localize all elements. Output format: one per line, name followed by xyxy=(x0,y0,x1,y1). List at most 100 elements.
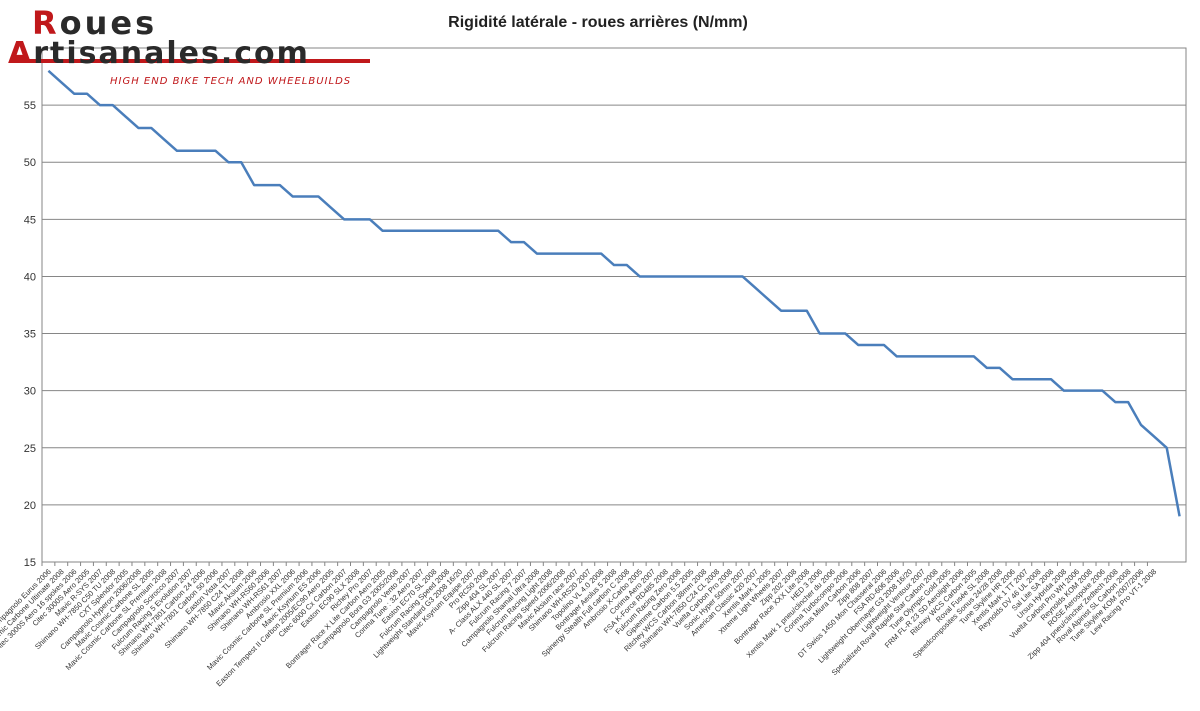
data-point xyxy=(856,343,860,347)
data-point xyxy=(676,274,680,278)
data-point xyxy=(1075,389,1079,393)
data-point xyxy=(625,263,629,267)
data-point xyxy=(214,149,218,153)
data-point xyxy=(265,183,269,187)
data-point xyxy=(1152,434,1156,438)
data-point xyxy=(509,240,513,244)
data-point xyxy=(882,343,886,347)
data-point xyxy=(342,217,346,221)
data-point xyxy=(535,252,539,256)
data-point xyxy=(766,297,770,301)
data-point xyxy=(805,309,809,313)
data-point xyxy=(419,229,423,233)
data-point xyxy=(1165,446,1169,450)
data-point xyxy=(638,274,642,278)
data-point xyxy=(72,92,76,96)
data-point xyxy=(496,229,500,233)
data-point xyxy=(368,217,372,221)
y-tick-label: 40 xyxy=(24,271,36,283)
data-point xyxy=(831,332,835,336)
y-tick-label: 35 xyxy=(24,329,36,341)
data-point xyxy=(702,274,706,278)
data-point xyxy=(316,194,320,198)
data-point xyxy=(933,354,937,358)
data-point xyxy=(792,309,796,313)
data-point xyxy=(445,229,449,233)
gridlines xyxy=(41,47,1187,563)
data-point xyxy=(1088,389,1092,393)
data-point xyxy=(843,332,847,336)
x-axis: Campagnolo Eurus 2006Mavic Cosmic Carbon… xyxy=(0,562,1158,688)
data-point xyxy=(689,274,693,278)
data-point xyxy=(998,366,1002,370)
data-point xyxy=(98,103,102,107)
y-axis: 15 20 25 30 35 40 45 50 55 xyxy=(24,100,36,569)
data-point xyxy=(561,252,565,256)
data-point xyxy=(175,149,179,153)
data-point xyxy=(252,183,256,187)
data-point xyxy=(985,366,989,370)
data-points xyxy=(46,69,1181,518)
data-point xyxy=(111,103,115,107)
data-point xyxy=(946,354,950,358)
y-tick-label: 45 xyxy=(24,214,36,226)
data-point xyxy=(149,126,153,130)
data-point xyxy=(304,194,308,198)
data-point xyxy=(895,354,899,358)
chart-title: Rigidité latérale - roues arrières (N/mm… xyxy=(448,14,748,31)
brand-initial-a: A xyxy=(8,36,34,71)
data-point xyxy=(291,194,295,198)
data-point xyxy=(1023,377,1027,381)
data-point xyxy=(920,354,924,358)
data-point xyxy=(753,286,757,290)
data-point xyxy=(329,206,333,210)
data-point xyxy=(381,229,385,233)
data-point xyxy=(483,229,487,233)
data-point xyxy=(959,354,963,358)
y-tick-label: 25 xyxy=(24,443,36,455)
data-point xyxy=(432,229,436,233)
series-line xyxy=(47,69,1181,517)
data-point xyxy=(162,137,166,141)
y-tick-label: 15 xyxy=(24,557,36,569)
data-point xyxy=(779,309,783,313)
data-point xyxy=(188,149,192,153)
plot-frame xyxy=(41,47,1187,563)
line-chart: 15 20 25 30 35 40 45 50 55 Campagnolo Eurus 2006… xyxy=(0,14,1187,688)
data-point xyxy=(741,274,745,278)
data-point xyxy=(1062,389,1066,393)
data-point xyxy=(59,80,63,84)
data-point xyxy=(612,263,616,267)
data-point xyxy=(663,274,667,278)
chart-stage: 15 20 25 30 35 40 45 50 55 Campagnolo Eurus 2006… xyxy=(0,0,1200,711)
data-point xyxy=(715,274,719,278)
data-point xyxy=(599,252,603,256)
data-point xyxy=(201,149,205,153)
brand-tagline: HIGH END BIKE TECH AND WHEELBUILDS xyxy=(110,76,352,87)
brand-logo-line2: Artisanales.com xyxy=(8,36,310,71)
data-point xyxy=(393,229,397,233)
data-point xyxy=(1100,389,1104,393)
data-point xyxy=(522,240,526,244)
data-point xyxy=(1010,377,1014,381)
brand-word-artisanales: rtisanales.com xyxy=(33,36,310,71)
data-point xyxy=(972,354,976,358)
data-point xyxy=(406,229,410,233)
data-point xyxy=(239,160,243,164)
data-point xyxy=(1049,377,1053,381)
data-point xyxy=(651,274,655,278)
data-point xyxy=(586,252,590,256)
data-point xyxy=(1139,423,1143,427)
data-point xyxy=(355,217,359,221)
data-point xyxy=(1126,400,1130,404)
y-tick-label: 20 xyxy=(24,500,36,512)
data-point xyxy=(1178,514,1182,518)
data-point xyxy=(124,115,128,119)
data-point xyxy=(818,332,822,336)
data-point xyxy=(573,252,577,256)
data-point xyxy=(136,126,140,130)
data-point xyxy=(908,354,912,358)
data-point xyxy=(1036,377,1040,381)
data-point xyxy=(869,343,873,347)
y-tick-label: 50 xyxy=(24,157,36,169)
